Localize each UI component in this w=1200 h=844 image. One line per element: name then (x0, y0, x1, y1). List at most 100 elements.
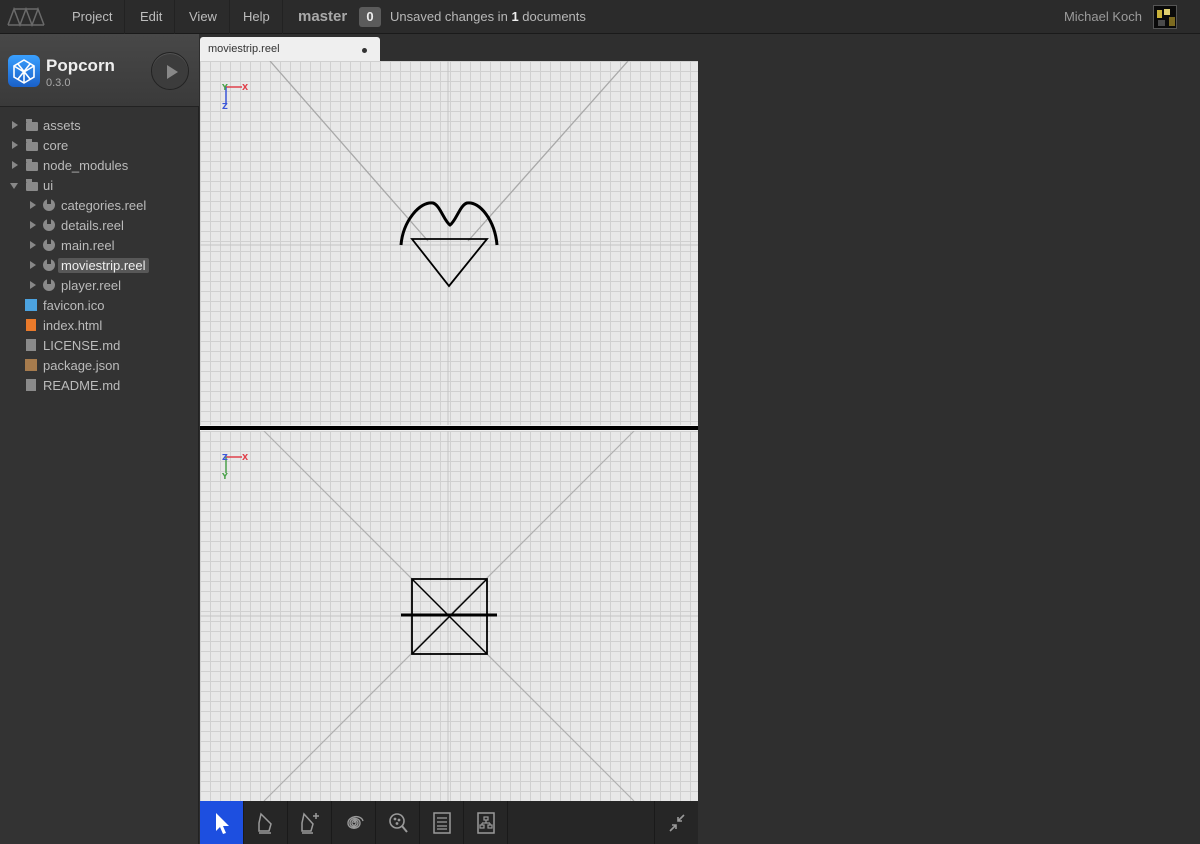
tree-item-license[interactable]: LICENSE.md (0, 336, 199, 356)
viewport-top-view[interactable]: Z X Y (200, 431, 698, 801)
unsaved-status: Unsaved changes in 1 documents (390, 0, 586, 34)
file-icon (26, 339, 36, 351)
expand-arrow-icon[interactable] (12, 121, 18, 129)
inspect-tool-button[interactable] (376, 801, 420, 844)
project-header: Popcorn 0.3.0 (0, 34, 199, 107)
tree-item-moviestrip-reel[interactable]: moviestrip.reel (0, 256, 199, 276)
axis-gizmo: Y X Z (221, 83, 249, 111)
tree-item-categories-reel[interactable]: categories.reel (0, 196, 199, 216)
tree-item-readme[interactable]: README.md (0, 376, 199, 396)
document-icon (433, 812, 451, 834)
collapse-view-button[interactable] (654, 801, 698, 844)
tree-item-label: categories.reel (61, 198, 147, 213)
expand-arrow-icon[interactable] (30, 221, 36, 229)
menu-project[interactable]: Project (60, 0, 126, 34)
expand-arrow-icon[interactable] (30, 201, 36, 209)
menu-view[interactable]: View (177, 0, 230, 34)
avatar[interactable] (1153, 5, 1177, 29)
expand-arrow-icon[interactable] (30, 281, 36, 289)
spiral-tool-button[interactable] (332, 801, 376, 844)
tree-item-label: player.reel (61, 278, 121, 293)
file-icon (26, 379, 36, 391)
tree-item-label: main.reel (61, 238, 115, 253)
tree-item-label: index.html (43, 318, 103, 333)
tree-item-label: core (43, 138, 69, 153)
reel-icon (43, 219, 55, 231)
tree-item-label: LICENSE.md (43, 338, 121, 353)
document-tool-button[interactable] (420, 801, 464, 844)
project-name: Popcorn (46, 56, 115, 75)
user-name[interactable]: Michael Koch (1064, 0, 1142, 34)
reel-icon (43, 279, 55, 291)
sidebar: Popcorn 0.3.0 assets core node_modules u… (0, 34, 199, 844)
add-pen-tool-button[interactable] (288, 801, 332, 844)
axis-label-down: Y (221, 472, 228, 481)
tree-item-label: assets (43, 118, 81, 133)
tab-bar: moviestrip.reel (200, 34, 1200, 61)
reel-icon (43, 199, 55, 211)
folder-icon (26, 119, 38, 131)
collapse-arrow-icon[interactable] (10, 183, 18, 189)
image-file-icon (25, 299, 37, 311)
arrow-cursor-icon (216, 813, 229, 834)
pen-plus-icon (301, 812, 319, 834)
menu-help[interactable]: Help (231, 0, 283, 34)
tab-moviestrip-reel[interactable]: moviestrip.reel (200, 37, 380, 61)
axis-label-right: X (242, 83, 249, 92)
editor-empty-area (698, 61, 1200, 844)
tree-item-ui[interactable]: ui (0, 176, 199, 196)
axis-label-up: Y (221, 83, 228, 92)
viewport-front[interactable]: Y X Z (200, 61, 698, 425)
axis-label-right: X (242, 453, 249, 462)
unsaved-count-badge[interactable]: 0 (359, 7, 381, 27)
tree-item-package-json[interactable]: package.json (0, 356, 199, 376)
tree-item-label: moviestrip.reel (58, 258, 149, 273)
axis-gizmo: Z X Y (221, 453, 249, 481)
spiral-icon (347, 816, 364, 829)
folder-icon (26, 179, 38, 191)
tree-item-favicon[interactable]: favicon.ico (0, 296, 199, 316)
folder-icon (26, 139, 38, 151)
tree-item-assets[interactable]: assets (0, 116, 199, 136)
pen-tool-button[interactable] (244, 801, 288, 844)
file-tree: assets core node_modules ui categories.r… (0, 116, 199, 396)
unsaved-dot-icon[interactable] (362, 48, 367, 53)
expand-arrow-icon[interactable] (12, 141, 18, 149)
top-view-canvas: Z X Y (200, 431, 698, 801)
tree-item-label: package.json (43, 358, 120, 373)
tree-item-main-reel[interactable]: main.reel (0, 236, 199, 256)
run-button[interactable] (151, 52, 189, 90)
menu-edit[interactable]: Edit (128, 0, 176, 34)
hierarchy-tool-button[interactable] (464, 801, 508, 844)
axis-label-up: Z (222, 453, 228, 462)
tree-item-label: node_modules (43, 158, 129, 173)
menubar: Project Edit View Help master 0 Unsaved … (0, 0, 1200, 34)
tree-item-index-html[interactable]: index.html (0, 316, 199, 336)
expand-arrow-icon[interactable] (30, 261, 36, 269)
tree-item-label: favicon.ico (43, 298, 105, 313)
reel-icon (43, 259, 55, 271)
tree-item-label: ui (43, 178, 54, 193)
pen-icon (258, 812, 272, 834)
axis-label-down: Z (222, 102, 228, 111)
branch-name: master (298, 8, 348, 25)
unsaved-suffix: documents (522, 9, 586, 24)
front-view-canvas: Y X Z (200, 61, 698, 425)
folder-icon (26, 159, 38, 171)
package-icon (25, 359, 37, 371)
tree-item-node-modules[interactable]: node_modules (0, 156, 199, 176)
tree-item-player-reel[interactable]: player.reel (0, 276, 199, 296)
project-version: 0.3.0 (46, 77, 71, 89)
tree-item-details-reel[interactable]: details.reel (0, 216, 199, 236)
expand-arrow-icon[interactable] (12, 161, 18, 169)
collapse-arrows-icon (669, 814, 685, 832)
tool-bar (200, 801, 698, 844)
hierarchy-icon (477, 812, 495, 834)
tree-item-label: README.md (43, 378, 121, 393)
unsaved-number: 1 (511, 9, 519, 24)
tree-item-label: details.reel (61, 218, 124, 233)
montage-logo-icon[interactable] (6, 7, 50, 27)
select-tool-button[interactable] (200, 801, 244, 844)
tree-item-core[interactable]: core (0, 136, 199, 156)
expand-arrow-icon[interactable] (30, 241, 36, 249)
